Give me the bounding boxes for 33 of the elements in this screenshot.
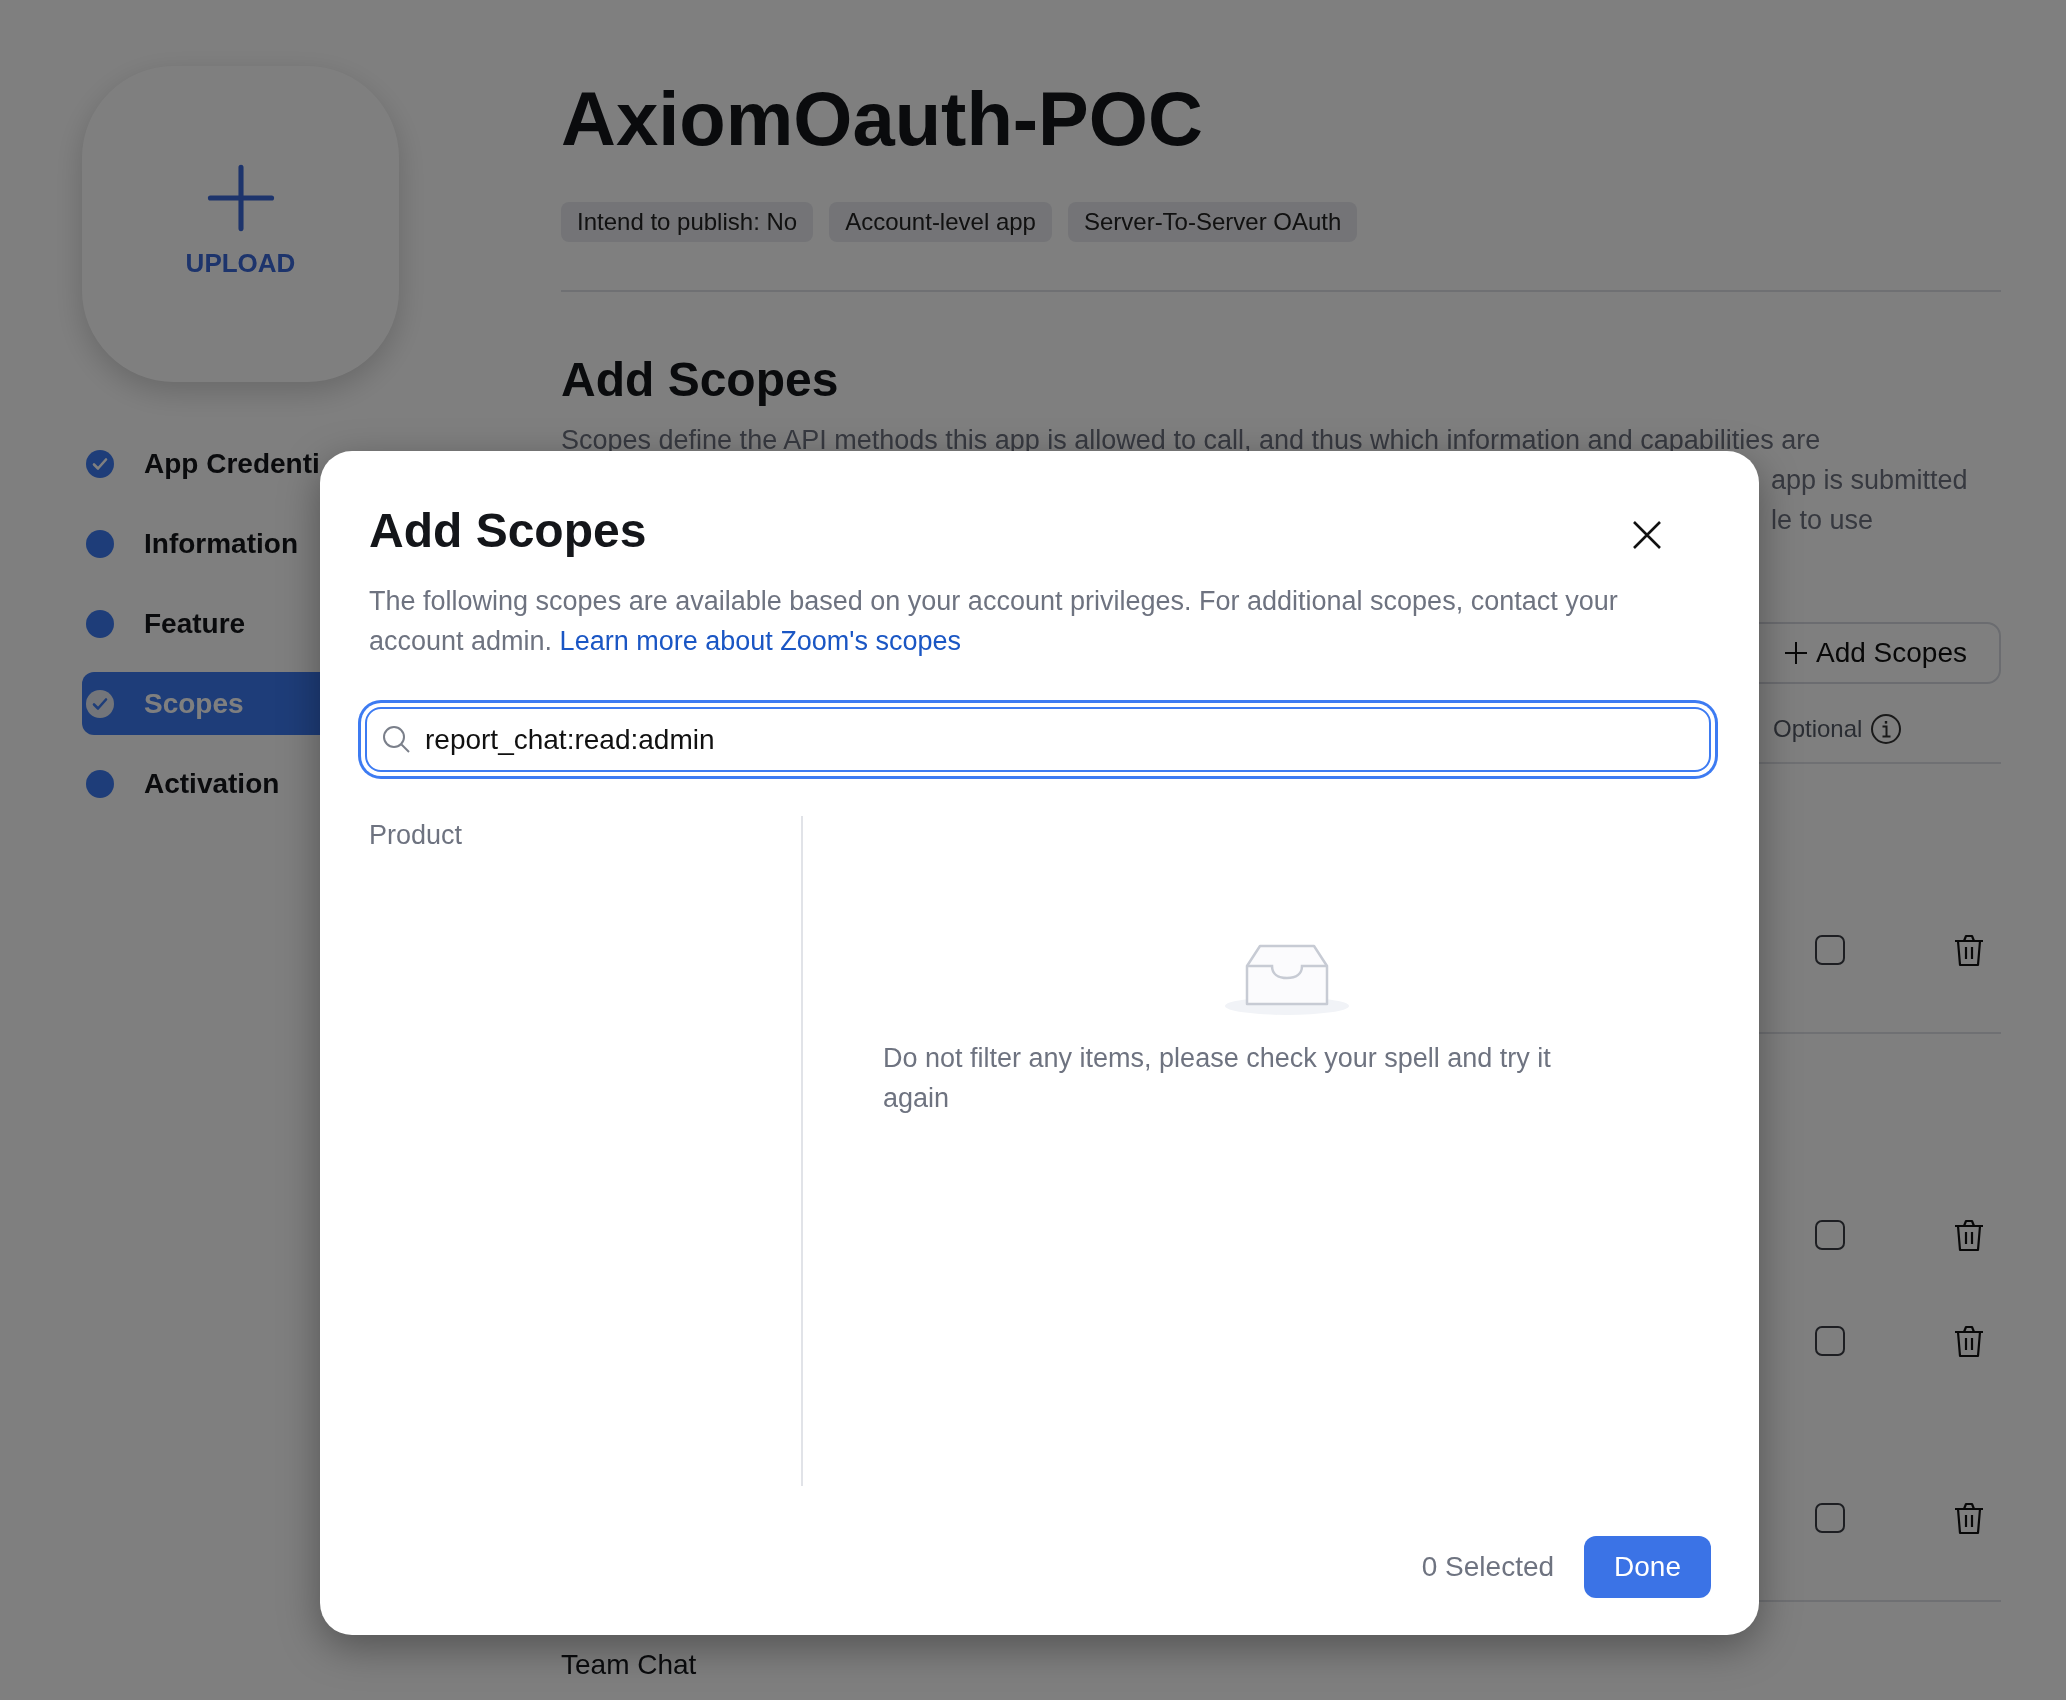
close-button[interactable]: [1631, 519, 1663, 551]
checkbox[interactable]: [1815, 935, 1845, 965]
delete-icon[interactable]: [1953, 933, 1985, 967]
app-tag: Account-level app: [829, 202, 1052, 242]
dialog-description: The following scopes are available based on your account privileges. For additional scopes, contact your account admin. Learn more about Zoom's scopes: [369, 585, 1619, 658]
section-description: app is submitted: [1771, 464, 1968, 497]
section-title: Add Scopes: [561, 352, 840, 408]
scopes-link[interactable]: Learn more about Zoom's scopes: [559, 626, 961, 656]
info-icon[interactable]: [1870, 713, 1903, 745]
column-header: Optional: [1773, 715, 1863, 743]
done-button[interactable]: Done: [1584, 1536, 1711, 1598]
checkbox[interactable]: [1815, 1326, 1845, 1356]
selected-count: 0 Selected: [1421, 1551, 1555, 1583]
upload-label: UPLOAD: [185, 247, 296, 279]
scope-group-title: Team Chat: [561, 1648, 698, 1682]
empty-message: Do not filter any items, please check your spell and try it again: [883, 1042, 1552, 1115]
section-description: le to use: [1771, 504, 1874, 537]
search-field[interactable]: report_chat:read:admin: [365, 707, 1711, 772]
app-tag: Server-To-Server OAuth: [1067, 202, 1358, 242]
delete-icon[interactable]: [1953, 1324, 1985, 1358]
column-label: Product: [369, 820, 463, 850]
delete-icon[interactable]: [1953, 1218, 1985, 1252]
plus-icon: [206, 163, 275, 232]
delete-icon[interactable]: [1953, 1501, 1985, 1535]
plus-icon: [1784, 641, 1808, 665]
sidebar-item[interactable]: App Credenti: [82, 432, 399, 495]
app-tag: Intend to publish: No: [561, 202, 814, 242]
upload-button[interactable]: UPLOAD: [82, 66, 399, 382]
app-title: AxiomOauth-POC: [561, 75, 1204, 163]
search-icon: [381, 724, 411, 754]
checkbox[interactable]: [1815, 1503, 1845, 1533]
dialog-title: Add Scopes: [369, 503, 647, 559]
checkbox[interactable]: [1815, 1220, 1845, 1250]
